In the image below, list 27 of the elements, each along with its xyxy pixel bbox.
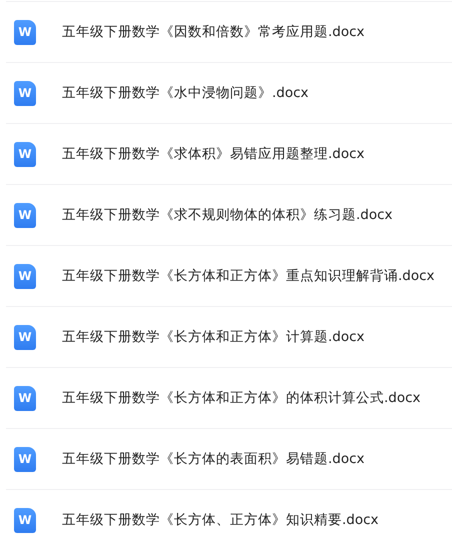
word-document-icon: W (14, 324, 36, 350)
file-row[interactable]: W 五年级下册数学《水中浸物问题》.docx (6, 62, 452, 123)
file-row[interactable]: W 五年级下册数学《求不规则物体的体积》练习题.docx (6, 184, 452, 245)
file-row[interactable]: W 五年级下册数学《求体积》易错应用题整理.docx (6, 123, 452, 184)
file-name: 五年级下册数学《长方体和正方体》的体积计算公式.docx (62, 389, 421, 407)
word-document-icon: W (14, 142, 36, 166)
word-document-icon: W (14, 386, 36, 410)
file-name: 五年级下册数学《长方体和正方体》计算题.docx (62, 328, 365, 346)
file-row[interactable]: W 五年级下册数学《因数和倍数》常考应用题.docx (6, 1, 452, 62)
file-name: 五年级下册数学《长方体、正方体》知识精要.docx (62, 511, 379, 529)
file-name: 五年级下册数学《水中浸物问题》.docx (62, 84, 309, 102)
file-name: 五年级下册数学《求体积》易错应用题整理.docx (62, 145, 365, 163)
file-name: 五年级下册数学《长方体的表面积》易错题.docx (62, 450, 365, 468)
file-name: 五年级下册数学《长方体和正方体》重点知识理解背诵.docx (62, 267, 435, 285)
file-row[interactable]: W 五年级下册数学《长方体、正方体》知识精要.docx (6, 489, 452, 542)
file-name: 五年级下册数学《求不规则物体的体积》练习题.docx (62, 206, 393, 224)
file-row[interactable]: W 五年级下册数学《长方体和正方体》计算题.docx (6, 306, 452, 367)
word-document-icon: W (14, 202, 36, 228)
word-document-icon: W (14, 20, 36, 44)
file-row[interactable]: W 五年级下册数学《长方体和正方体》的体积计算公式.docx (6, 367, 452, 428)
word-document-icon: W (14, 264, 36, 288)
word-document-icon: W (14, 80, 36, 106)
word-document-icon: W (14, 508, 36, 532)
file-row[interactable]: W 五年级下册数学《长方体的表面积》易错题.docx (6, 428, 452, 489)
file-name: 五年级下册数学《因数和倍数》常考应用题.docx (62, 23, 365, 41)
word-document-icon: W (14, 446, 36, 472)
file-row[interactable]: W 五年级下册数学《长方体和正方体》重点知识理解背诵.docx (6, 245, 452, 306)
